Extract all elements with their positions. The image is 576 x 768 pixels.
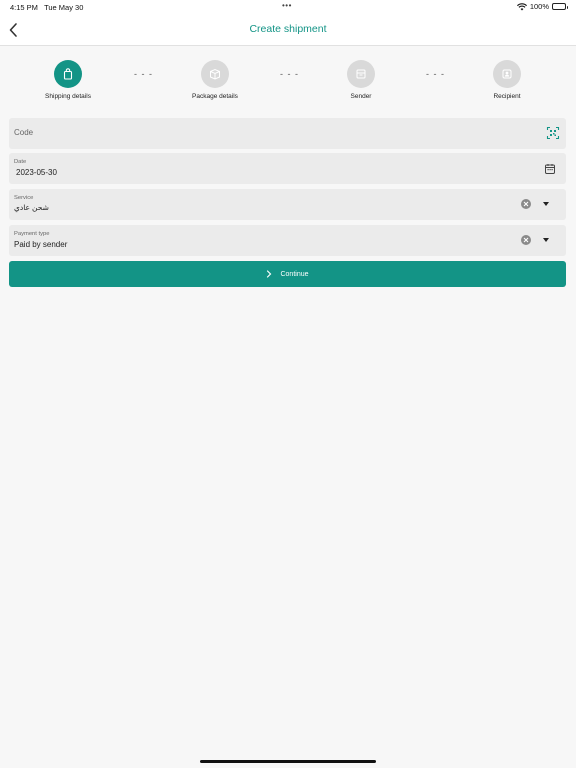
step-recipient[interactable]: Recipient xyxy=(462,60,552,100)
step-package-details[interactable]: Package details xyxy=(170,60,260,100)
qr-scan-icon[interactable] xyxy=(546,126,560,140)
battery-percent: 100% xyxy=(529,2,549,11)
step-circle xyxy=(493,60,521,88)
payment-type-label: Payment type xyxy=(14,231,50,237)
step-sender[interactable]: Sender xyxy=(316,60,406,100)
step-separator: - - - xyxy=(426,69,445,79)
chevron-right-icon xyxy=(267,270,272,278)
calendar-icon[interactable] xyxy=(544,162,558,176)
step-label: Recipient xyxy=(493,93,521,100)
chevron-down-icon[interactable] xyxy=(543,238,549,242)
payment-type-value: Paid by sender xyxy=(14,240,68,249)
step-separator: - - - xyxy=(134,69,153,79)
store-icon xyxy=(356,69,366,79)
step-label: Sender xyxy=(350,93,372,100)
status-bar: 4:15 PM Tue May 30 ••• 100% xyxy=(0,0,576,14)
clear-icon[interactable] xyxy=(521,199,531,209)
date-value: 2023-05-30 xyxy=(16,168,57,177)
progress-stepper: Shipping details - - - Package details -… xyxy=(0,60,576,104)
service-select[interactable]: Service شحن عادي xyxy=(9,189,566,220)
continue-button[interactable]: Continue xyxy=(9,261,566,287)
step-circle xyxy=(54,60,82,88)
status-time: 4:15 PM Tue May 30 xyxy=(10,3,83,12)
battery-icon xyxy=(552,3,568,10)
wifi-icon xyxy=(516,2,527,10)
bag-icon xyxy=(63,68,73,80)
step-shipping-details[interactable]: Shipping details xyxy=(23,60,113,100)
date-label: Date xyxy=(14,159,27,165)
status-indicators: 100% xyxy=(516,2,568,11)
step-label: Shipping details xyxy=(45,93,91,100)
step-separator: - - - xyxy=(280,69,299,79)
chevron-down-icon[interactable] xyxy=(543,202,549,206)
person-icon xyxy=(502,69,512,79)
step-label: Package details xyxy=(192,93,238,100)
step-circle xyxy=(201,60,229,88)
status-date-text: Tue May 30 xyxy=(44,3,84,12)
box-icon xyxy=(210,68,220,80)
continue-label: Continue xyxy=(280,270,309,278)
code-field[interactable]: Code xyxy=(9,118,566,149)
clear-icon[interactable] xyxy=(521,235,531,245)
page-title: Create shipment xyxy=(249,23,327,35)
status-time-text: 4:15 PM xyxy=(10,3,38,12)
date-field[interactable]: Date 2023-05-30 xyxy=(9,153,566,184)
service-label: Service xyxy=(14,195,34,201)
payment-type-select[interactable]: Payment type Paid by sender xyxy=(9,225,566,256)
service-value: شحن عادي xyxy=(14,203,49,212)
step-circle xyxy=(347,60,375,88)
home-indicator[interactable] xyxy=(200,760,376,763)
code-placeholder: Code xyxy=(14,128,34,137)
multitasking-dots[interactable]: ••• xyxy=(282,1,292,10)
nav-bar: Create shipment xyxy=(0,14,576,46)
